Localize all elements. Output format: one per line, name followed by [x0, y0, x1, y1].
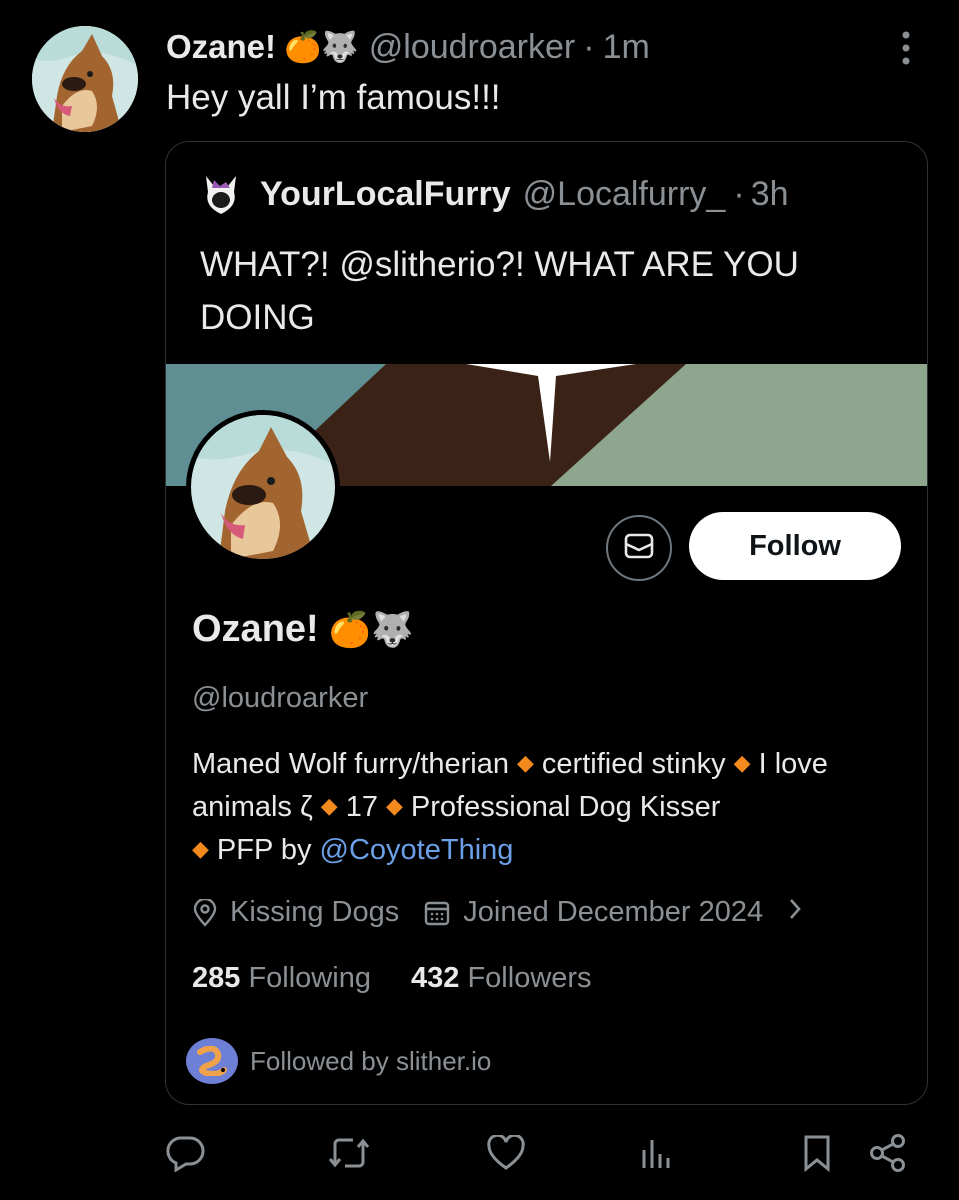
profile-bio: Maned Wolf furry/therian ◆ certified stink…: [192, 742, 902, 871]
followed-by[interactable]: Followed by slither.io: [186, 1038, 491, 1084]
location-text: Kissing Dogs: [230, 896, 400, 928]
quoted-tweet-card[interactable]: YourLocalFurry @Localfurry_ · 3h WHAT?! …: [165, 141, 928, 1105]
views-icon[interactable]: [634, 1130, 678, 1176]
message-button[interactable]: [606, 515, 672, 581]
profile-stats: 285 Following 432 Followers: [192, 962, 624, 995]
joined-item: Joined December 2024: [423, 896, 763, 929]
quote-text: WHAT?! @slitherio?! WHAT ARE YOU DOING: [200, 245, 799, 337]
followers-count: 432: [411, 962, 460, 994]
diamond-icon: ◆: [385, 793, 403, 818]
more-icon[interactable]: [896, 30, 916, 66]
quote-time[interactable]: 3h: [751, 175, 789, 214]
follow-button[interactable]: Follow: [689, 512, 901, 580]
location-item: Kissing Dogs: [192, 896, 399, 929]
bio-part: 17: [345, 791, 378, 823]
quote-separator: ·: [733, 174, 745, 213]
like-icon[interactable]: [484, 1130, 528, 1176]
following-count: 285: [192, 962, 241, 994]
profile-name-line: Ozane! 🍊🐺: [192, 608, 413, 651]
following-label: Following: [248, 962, 371, 994]
reply-icon[interactable]: [164, 1130, 208, 1176]
author-name[interactable]: Ozane!: [166, 28, 276, 66]
bio-part: Maned Wolf furry/therian: [192, 748, 509, 780]
profile-avatar[interactable]: [186, 410, 340, 564]
author-avatar[interactable]: [32, 26, 138, 132]
bio-part: PFP by: [216, 834, 312, 866]
followers-link[interactable]: 432 Followers: [411, 962, 592, 994]
author-emoji: 🍊🐺: [284, 30, 359, 64]
message-icon: [624, 533, 654, 564]
retweet-icon[interactable]: [327, 1130, 371, 1176]
followed-by-avatar: [186, 1038, 238, 1084]
profile-meta: Kissing Dogs Joined December 2024: [192, 896, 815, 929]
following-link[interactable]: 285 Following: [192, 962, 371, 994]
tweet-time[interactable]: 1m: [603, 28, 650, 67]
tweet-actions: [0, 1130, 959, 1180]
quote-author-name[interactable]: YourLocalFurry: [260, 175, 511, 214]
profile-name-emoji: 🍊🐺: [328, 610, 414, 649]
bio-part: Professional Dog Kisser: [410, 791, 721, 823]
followed-by-text: Followed by slither.io: [250, 1045, 492, 1076]
tweet-header: Ozane! 🍊🐺 @loudroarker · 1m: [166, 24, 650, 70]
profile-handle[interactable]: @loudroarker: [192, 682, 368, 715]
quote-author-avatar[interactable]: [202, 172, 240, 216]
profile-name[interactable]: Ozane!: [192, 608, 319, 651]
quote-header: YourLocalFurry @Localfurry_ · 3h: [202, 172, 789, 216]
chevron-right-icon[interactable]: [787, 896, 815, 929]
bio-mention-link[interactable]: @CoyoteThing: [320, 834, 514, 866]
author-handle[interactable]: @loudroarker: [369, 28, 576, 67]
tweet-text: Hey yall I’m famous!!!: [166, 78, 501, 117]
bookmark-icon[interactable]: [795, 1130, 839, 1176]
location-icon: [193, 898, 217, 927]
followers-label: Followers: [467, 962, 592, 994]
share-icon[interactable]: [866, 1130, 910, 1176]
quote-author-handle[interactable]: @Localfurry_: [523, 175, 726, 214]
calendar-icon: [425, 901, 450, 925]
diamond-icon: ◆: [192, 836, 209, 861]
diamond-icon: ◆: [517, 750, 534, 775]
bio-part: certified stinky: [541, 748, 726, 780]
diamond-icon: ◆: [320, 793, 338, 818]
separator-dot: ·: [583, 27, 595, 66]
diamond-icon: ◆: [733, 750, 751, 775]
joined-text: Joined December 2024: [463, 896, 764, 928]
